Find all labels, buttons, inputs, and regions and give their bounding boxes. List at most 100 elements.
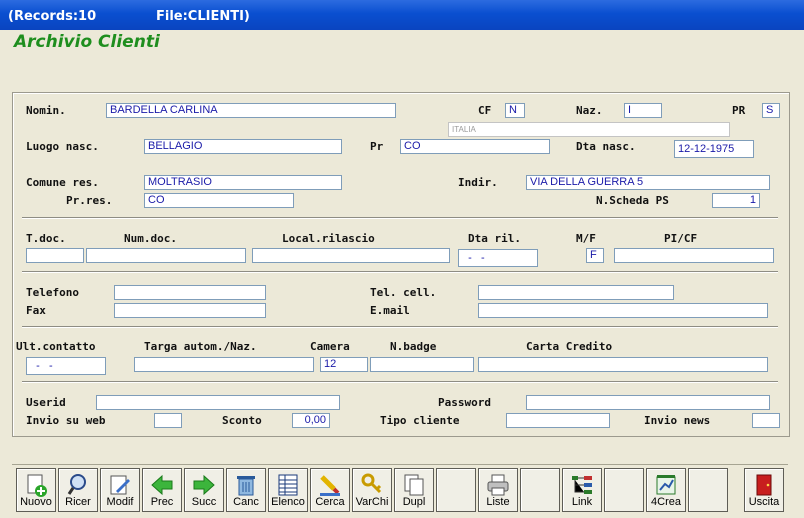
empty-button[interactable] [688, 468, 728, 512]
cerca-button[interactable]: Cerca [310, 468, 350, 512]
luogo-nasc-field[interactable]: BELLAGIO [144, 139, 342, 154]
duplicate-icon [404, 474, 424, 496]
cerca-label: Cerca [315, 496, 345, 508]
ricer-button[interactable]: Ricer [58, 468, 98, 512]
comune-res-label: Comune res. [26, 176, 99, 189]
pr-field[interactable]: S [762, 103, 780, 118]
succ-button[interactable]: Succ [184, 468, 224, 512]
search-icon [67, 474, 86, 495]
prec-button[interactable]: Prec [142, 468, 182, 512]
liste-button[interactable]: Liste [478, 468, 518, 512]
dta-ril-label: Dta ril. [468, 232, 521, 245]
fax-label: Fax [26, 304, 46, 317]
link-label: Link [571, 496, 593, 508]
pr-nasc-label: Pr [370, 140, 384, 153]
toolbar: Nuovo Ricer Modif Prec Succ Canc Elenco … [12, 464, 788, 515]
userid-label: Userid [26, 396, 66, 409]
n-scheda-field[interactable]: 1 [712, 193, 760, 208]
liste-label: Liste [486, 496, 510, 508]
crea4-label: 4Crea [651, 496, 681, 508]
elenco-label: Elenco [271, 496, 305, 508]
mf-label: M/F [576, 232, 596, 245]
email-field[interactable] [478, 303, 768, 318]
t-doc-field[interactable] [26, 248, 84, 263]
varchi-label: VarChi [355, 496, 389, 508]
canc-button[interactable]: Canc [226, 468, 266, 512]
nomin-field[interactable]: BARDELLA CARLINA [106, 103, 396, 118]
arrow-left-icon [151, 474, 173, 496]
picf-field[interactable] [614, 248, 774, 263]
crea4-button[interactable]: 4Crea [646, 468, 686, 512]
nbadge-field[interactable] [370, 357, 474, 372]
modif-button[interactable]: Modif [100, 468, 140, 512]
new-record-icon [27, 474, 47, 497]
succ-label: Succ [191, 496, 217, 508]
camera-field[interactable]: 12 [320, 357, 368, 372]
arrow-right-icon [193, 474, 215, 496]
num-doc-field[interactable] [86, 248, 246, 263]
exit-door-icon [756, 474, 772, 496]
uscita-button[interactable]: Uscita [744, 468, 784, 512]
invio-news-label: Invio news [644, 414, 711, 427]
userid-field[interactable] [96, 395, 340, 410]
edit-icon [110, 475, 130, 495]
page-title: Archivio Clienti [14, 32, 160, 52]
telefono-label: Telefono [26, 286, 79, 299]
indir-field[interactable]: VIA DELLA GUERRA 5 [526, 175, 770, 190]
naz-field[interactable]: I [624, 103, 662, 118]
password-label: Password [438, 396, 491, 409]
ult-contatto-label: Ult.contatto [16, 340, 96, 353]
tree-link-icon [572, 476, 592, 494]
num-doc-label: Num.doc. [124, 232, 177, 245]
empty-button[interactable] [436, 468, 476, 512]
highlighter-icon [320, 475, 340, 496]
cf-label: CF [478, 104, 492, 117]
invio-web-field[interactable] [154, 413, 182, 428]
nbadge-label: N.badge [390, 340, 437, 353]
invio-news-field[interactable] [752, 413, 780, 428]
records-count: (Records:10 [8, 9, 97, 24]
n-scheda-label: N.Scheda PS [596, 194, 669, 207]
t-doc-label: T.doc. [26, 232, 66, 245]
separator [22, 271, 778, 273]
comune-res-field[interactable]: MOLTRASIO [144, 175, 342, 190]
empty-button[interactable] [520, 468, 560, 512]
fax-field[interactable] [114, 303, 266, 318]
empty-button[interactable] [604, 468, 644, 512]
chart-icon [656, 475, 676, 495]
varchi-button[interactable]: VarChi [352, 468, 392, 512]
list-icon [278, 474, 298, 496]
sconto-label: Sconto [222, 414, 262, 427]
cf-field[interactable]: N [505, 103, 525, 118]
prec-label: Prec [150, 496, 174, 508]
local-rilascio-field[interactable] [252, 248, 450, 263]
pr-res-label: Pr.res. [66, 194, 113, 207]
dupl-button[interactable]: Dupl [394, 468, 434, 512]
dta-nasc-field[interactable]: 12-12-1975 [674, 140, 754, 158]
nuovo-button[interactable]: Nuovo [16, 468, 56, 512]
email-label: E.mail [370, 304, 410, 317]
pr-nasc-field[interactable]: CO [400, 139, 550, 154]
nuovo-label: Nuovo [20, 496, 52, 508]
sconto-field[interactable]: 0,00 [292, 413, 330, 428]
trash-icon [237, 476, 255, 496]
telefono-field[interactable] [114, 285, 266, 300]
ricer-label: Ricer [65, 496, 91, 508]
dta-ril-field[interactable]: - - [458, 249, 538, 267]
password-field[interactable] [526, 395, 770, 410]
canc-label: Canc [233, 496, 259, 508]
indir-label: Indir. [458, 176, 498, 189]
tipo-cliente-field[interactable] [506, 413, 610, 428]
keys-icon [361, 473, 382, 494]
luogo-nasc-label: Luogo nasc. [26, 140, 99, 153]
targa-field[interactable] [134, 357, 314, 372]
invio-web-label: Invio su web [26, 414, 106, 427]
dupl-label: Dupl [402, 496, 426, 508]
link-button[interactable]: Link [562, 468, 602, 512]
pr-res-field[interactable]: CO [144, 193, 294, 208]
elenco-button[interactable]: Elenco [268, 468, 308, 512]
tel-cell-field[interactable] [478, 285, 674, 300]
mf-field[interactable]: F [586, 248, 604, 263]
carta-credito-field[interactable] [478, 357, 768, 372]
ult-contatto-field[interactable]: - - [26, 357, 106, 375]
